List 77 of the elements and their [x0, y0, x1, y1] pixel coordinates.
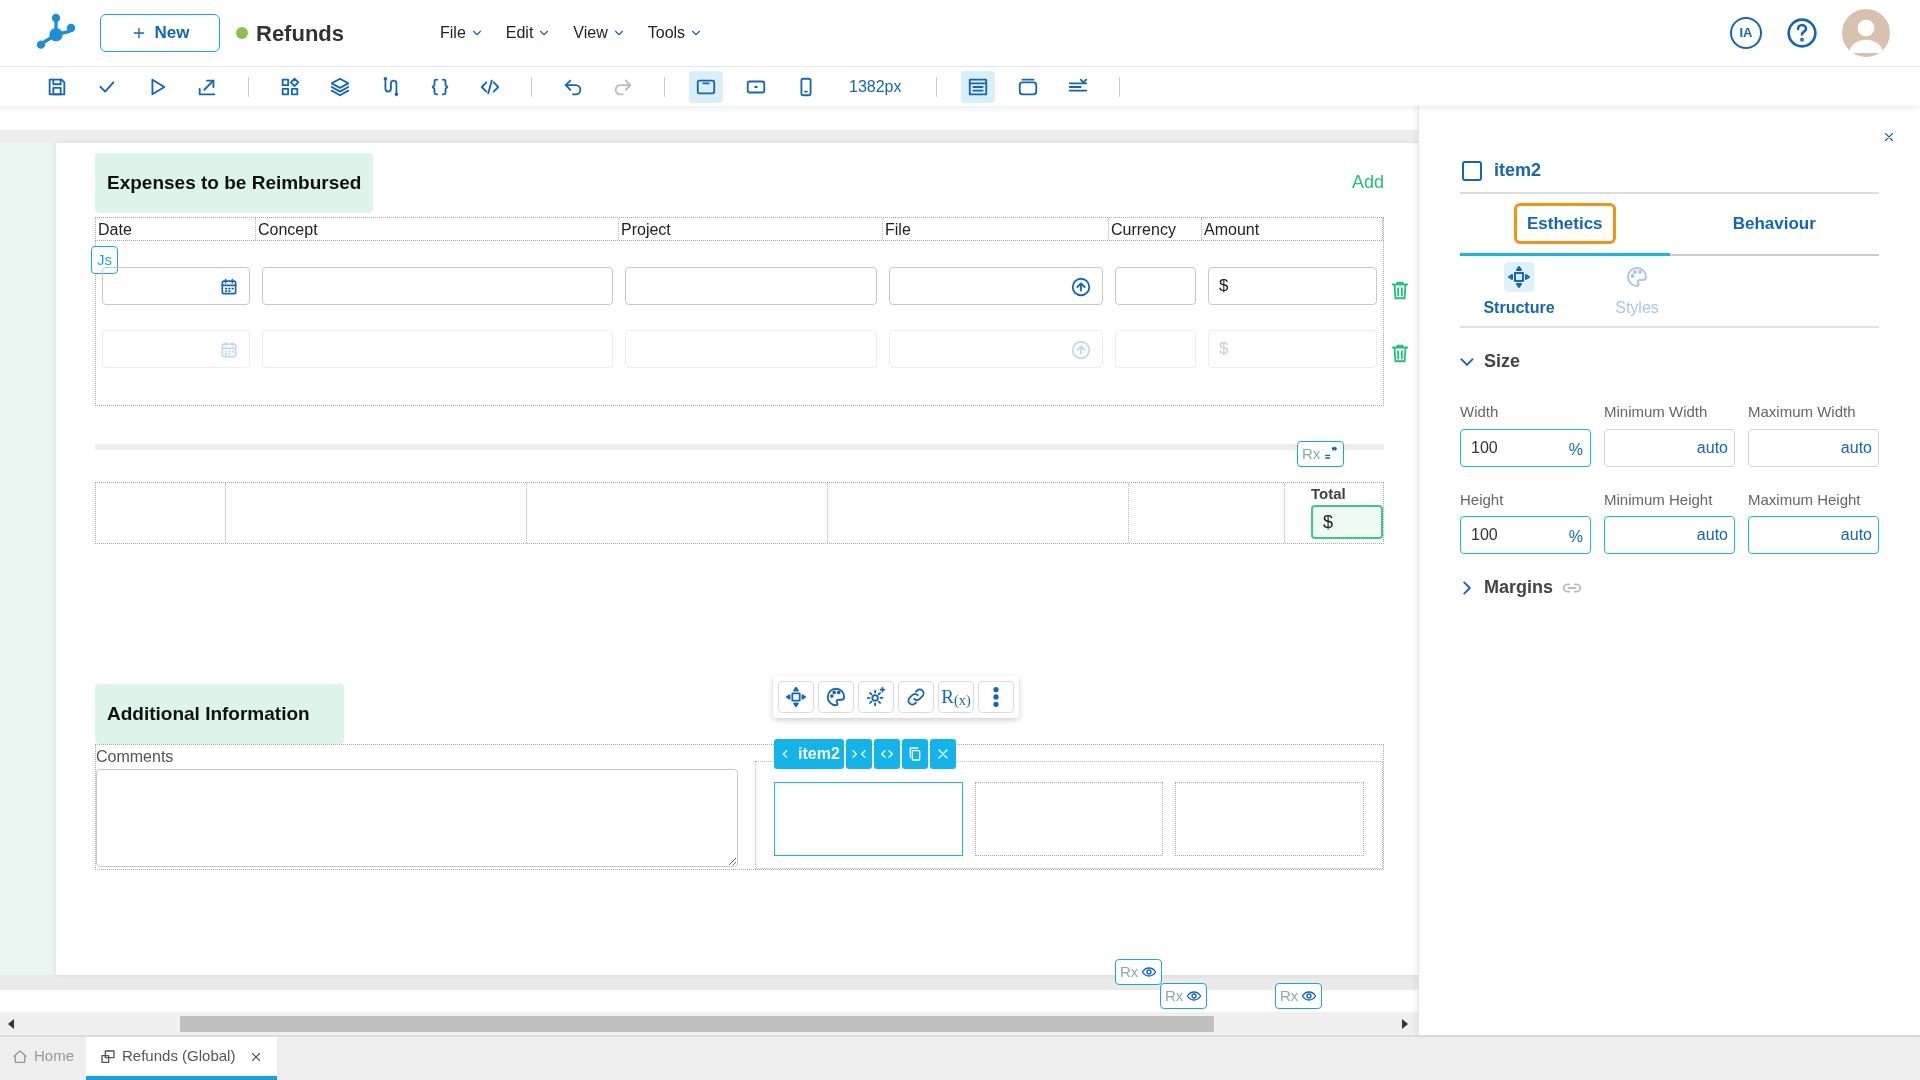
input-field[interactable] — [262, 266, 613, 305]
element-tool-button[interactable] — [778, 680, 814, 713]
size-field[interactable]: auto — [1604, 428, 1735, 467]
total-field[interactable]: $ — [1311, 505, 1383, 539]
field-label: Maximum Width — [1748, 402, 1857, 422]
layout-cell[interactable] — [774, 781, 963, 856]
help-icon — [1786, 17, 1818, 49]
ai-button[interactable]: IA — [1730, 17, 1762, 49]
section-title: Expenses to be Reimbursed — [95, 152, 374, 213]
comments-field[interactable] — [96, 768, 738, 867]
section-title: Additional Information — [95, 683, 344, 744]
panel-tab[interactable]: Behaviour — [1669, 194, 1879, 256]
horizontal-scrollbar[interactable] — [0, 1012, 1418, 1035]
file-field[interactable] — [889, 266, 1103, 305]
element-tool-button[interactable] — [858, 680, 894, 713]
panel-tab[interactable]: Esthetics — [1460, 194, 1670, 256]
amount-field[interactable]: $ — [1208, 266, 1377, 305]
element-tool-button[interactable] — [818, 680, 854, 713]
chevron-icon — [1460, 580, 1474, 595]
palette-icon — [825, 685, 847, 708]
total-label: Total — [1311, 483, 1347, 504]
document-tab[interactable]: Refunds (Global) — [86, 1037, 278, 1080]
field-label: Minimum Height — [1604, 489, 1714, 510]
field-label: Minimum Width — [1604, 402, 1709, 422]
input-field[interactable] — [1115, 266, 1196, 305]
field-label: Maximum Height — [1748, 489, 1862, 510]
status-dot — [236, 27, 248, 39]
layout-cell[interactable] — [1175, 781, 1364, 856]
components-icon — [279, 75, 301, 98]
layers-icon — [329, 75, 351, 98]
formula-button[interactable]: R$_{(x)}$ — [938, 680, 974, 713]
column-header: Currency — [1109, 217, 1202, 240]
upload-icon — [1070, 275, 1092, 298]
column-header: Concept — [256, 217, 619, 240]
scroll-right-icon[interactable] — [1402, 1018, 1408, 1029]
column-header: Project — [619, 217, 883, 240]
menu-item[interactable]: Edit — [505, 21, 552, 45]
toolbar-button[interactable] — [960, 70, 995, 103]
size-field[interactable]: auto — [1748, 428, 1879, 467]
layout-cell[interactable] — [974, 781, 1164, 856]
formula-icon — [1323, 446, 1340, 462]
section-toggle[interactable]: Margins — [1460, 574, 1553, 601]
scroll-left-icon[interactable] — [8, 1018, 14, 1029]
toolbar-button[interactable] — [689, 70, 723, 103]
window-stack-icon — [100, 1048, 116, 1065]
calendar-icon — [219, 276, 239, 297]
calendar-icon — [219, 339, 239, 360]
menu-item[interactable]: Tools — [647, 21, 704, 45]
element-tool-button[interactable] — [898, 680, 934, 713]
palette-icon — [1625, 265, 1649, 290]
size-field[interactable]: auto — [1748, 516, 1879, 554]
move-icon — [1507, 265, 1531, 290]
subtab[interactable]: Structure — [1460, 256, 1578, 326]
width-reading: 1382px — [849, 76, 902, 97]
menu-item[interactable]: View — [573, 21, 626, 45]
field-label: Comments — [96, 746, 175, 767]
unit-label: % — [1568, 527, 1583, 547]
date-field[interactable] — [102, 266, 250, 305]
app-title: Refunds — [256, 19, 344, 48]
new-button[interactable]: New — [100, 14, 220, 52]
column-header: File — [883, 217, 1109, 240]
menu-item[interactable]: File — [440, 21, 484, 45]
gear-icon — [865, 685, 887, 708]
unit-label: % — [1568, 439, 1583, 460]
upload-icon — [1070, 338, 1092, 361]
field-label: Width — [1460, 402, 1500, 422]
section-toggle[interactable]: Size — [1460, 348, 1521, 375]
column-header: Amount — [1202, 217, 1383, 240]
size-field[interactable]: auto — [1604, 516, 1735, 554]
home-icon — [12, 1048, 28, 1065]
move-icon — [785, 685, 807, 708]
more-button[interactable] — [978, 680, 1014, 713]
checkbox-icon — [1460, 158, 1484, 183]
item-name: item2 — [1494, 158, 1542, 182]
input-field[interactable] — [625, 266, 877, 305]
column-header: Date — [96, 217, 256, 240]
field-label: Height — [1460, 489, 1505, 510]
